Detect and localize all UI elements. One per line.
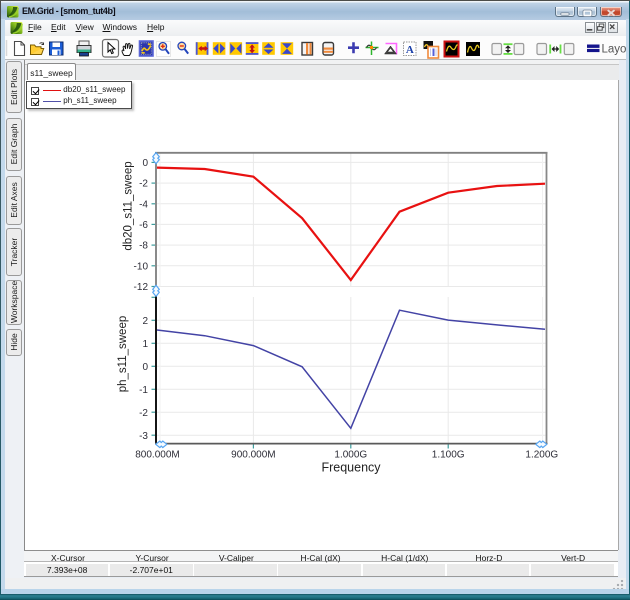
svg-text:1.200G: 1.200G: [525, 450, 558, 461]
svg-text:1: 1: [142, 339, 148, 350]
svg-text:-10: -10: [134, 261, 149, 272]
svg-text:db20_s11_sweep: db20_s11_sweep: [123, 161, 135, 250]
svg-text:-2: -2: [139, 179, 148, 190]
svg-text:-8: -8: [139, 241, 148, 252]
svg-text:-3: -3: [139, 431, 148, 442]
svg-text:-1: -1: [139, 385, 148, 396]
svg-text:-6: -6: [139, 220, 148, 231]
svg-text:1.100G: 1.100G: [432, 450, 465, 461]
svg-text:2: 2: [142, 316, 148, 327]
svg-text:ph_s11_sweep: ph_s11_sweep: [117, 316, 129, 393]
svg-text:1.000G: 1.000G: [334, 450, 367, 461]
svg-text:0: 0: [142, 158, 148, 169]
svg-text:-4: -4: [139, 199, 148, 210]
svg-text:800.000M: 800.000M: [135, 450, 179, 461]
svg-text:Frequency: Frequency: [321, 461, 381, 475]
svg-text:900.000M: 900.000M: [231, 450, 275, 461]
svg-text:-12: -12: [134, 282, 149, 293]
svg-text:0: 0: [142, 362, 148, 373]
svg-text:-2: -2: [139, 408, 148, 419]
